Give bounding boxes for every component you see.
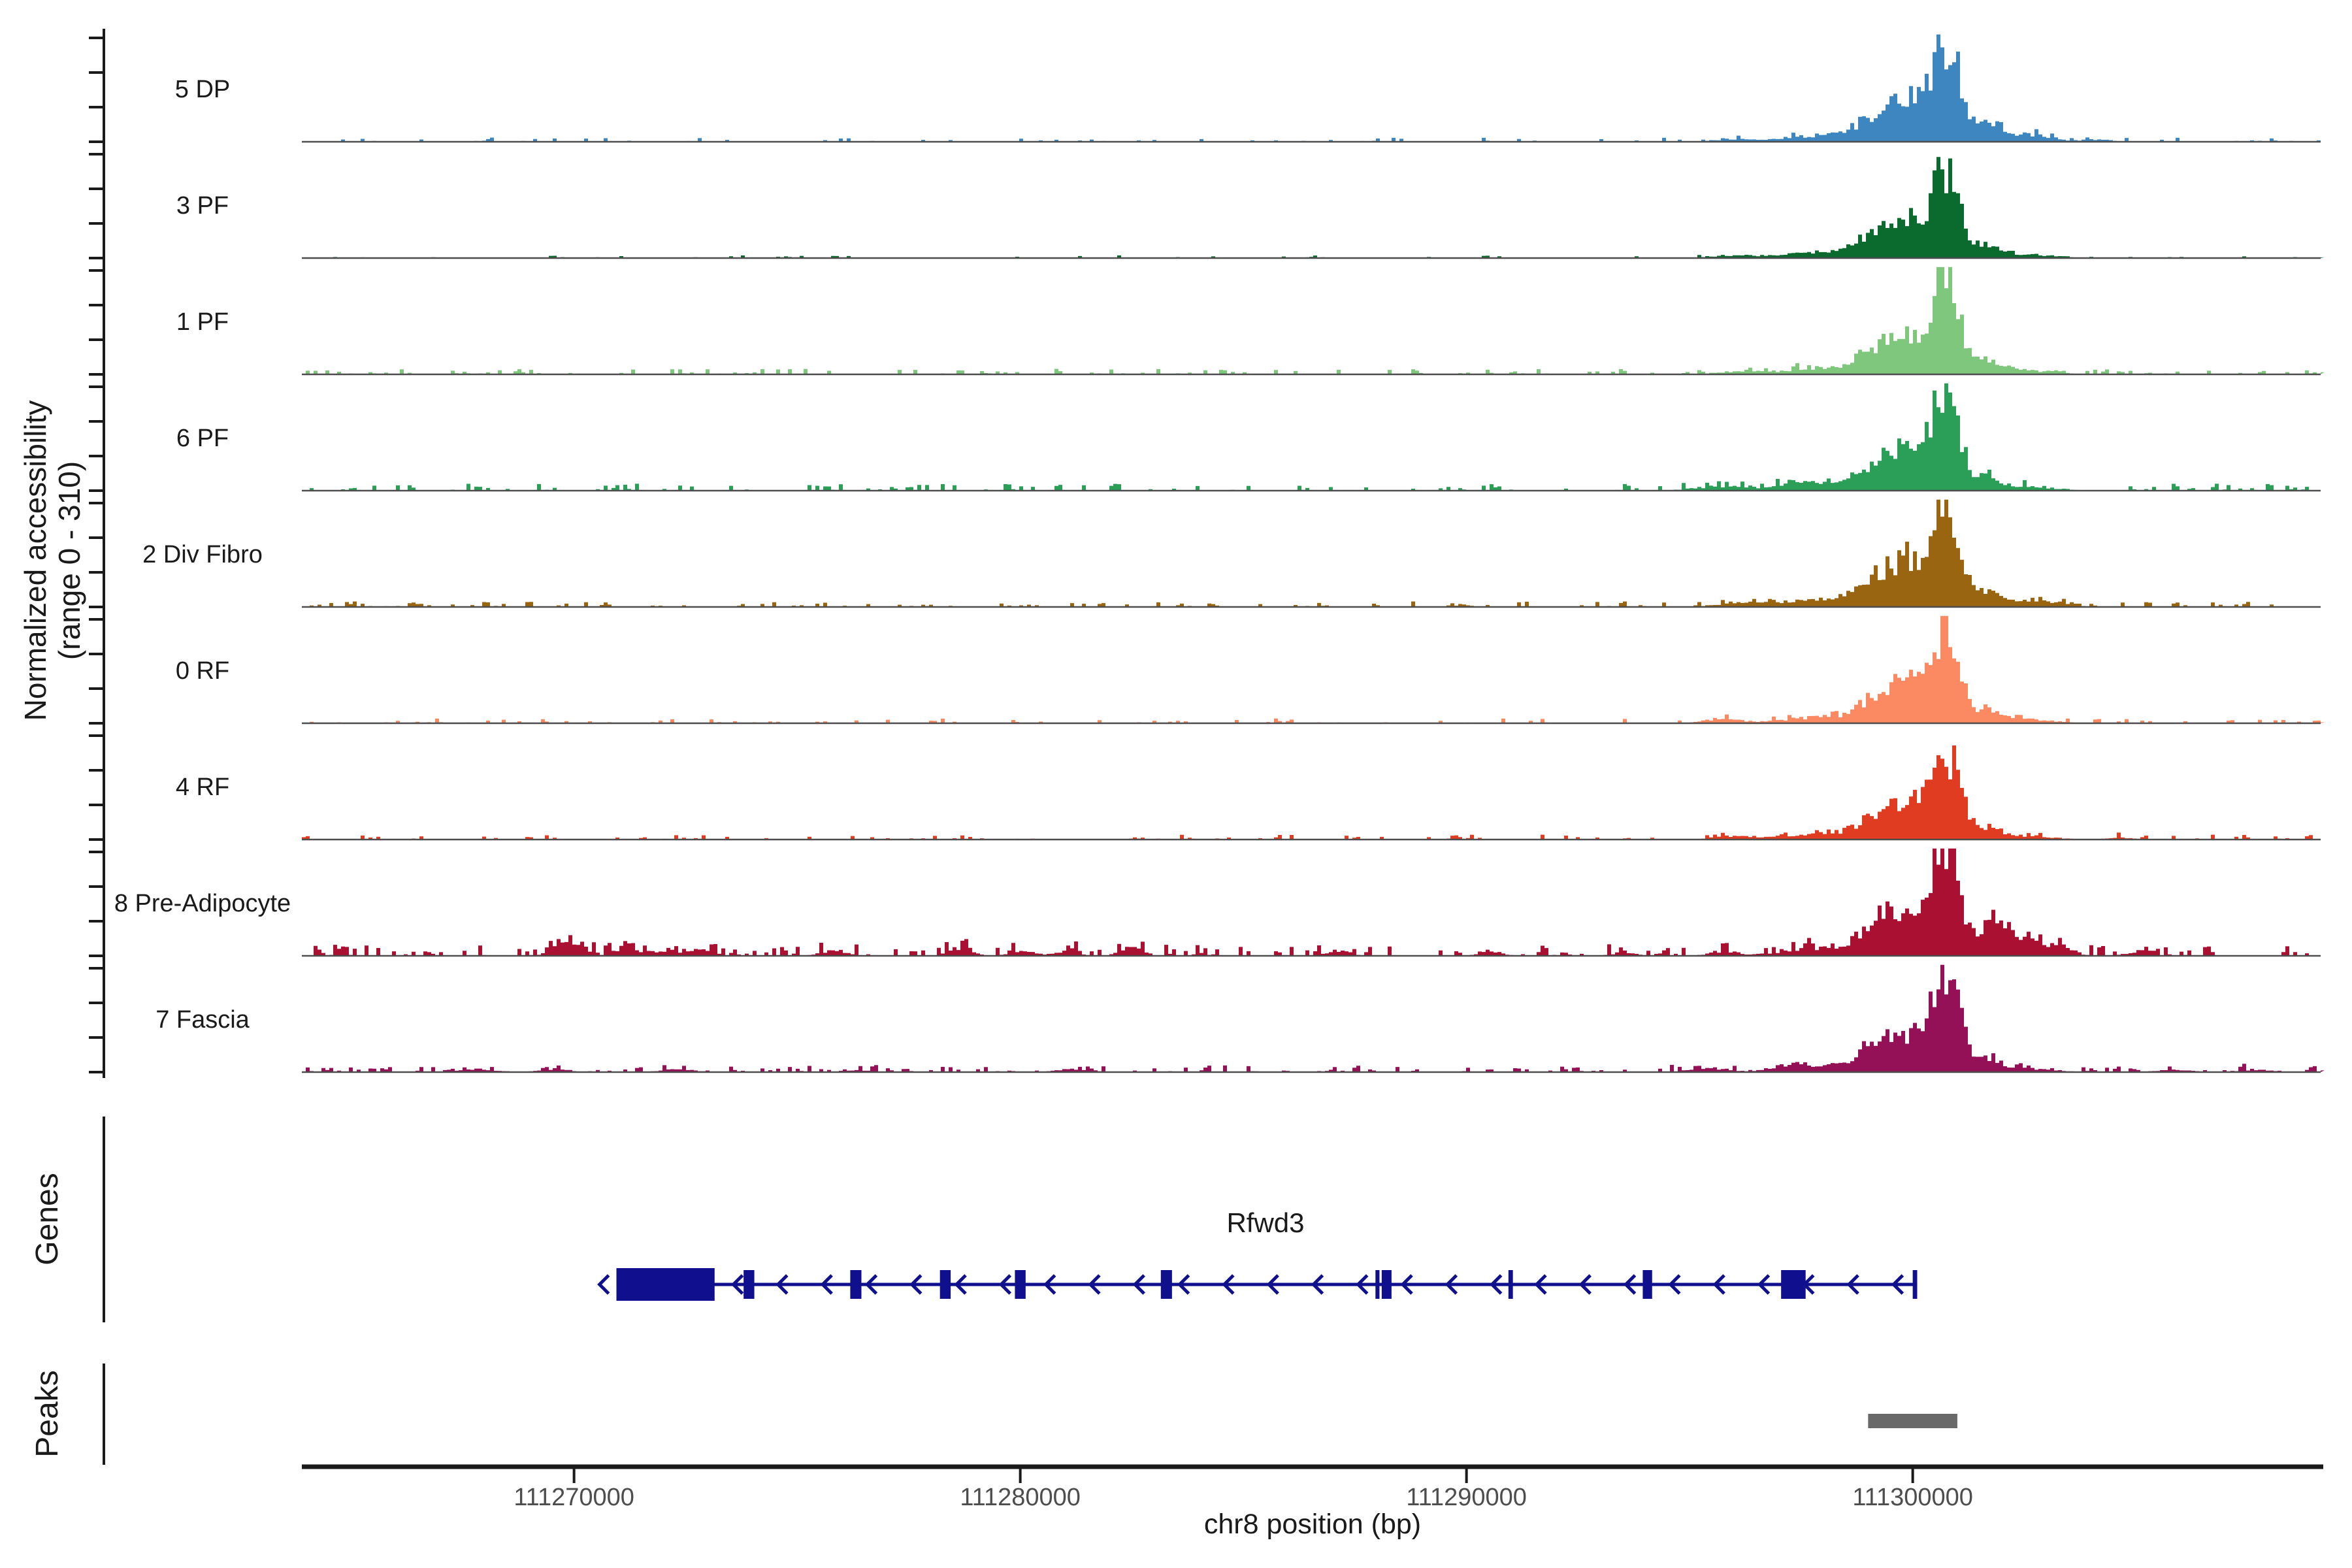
peaks-row [1868,1414,1957,1428]
x-axis-tick-label: 111280000 [960,1484,1081,1511]
coverage-plot-figure: 5 DP 3 PF 1 PF 6 PF 2 Div Fibro 0 RF 4 RF 8 Pre… [0,0,2352,1568]
track-signal [302,34,2325,142]
gene-Rfwd3 [597,1268,1918,1301]
track-row-8: 7 Fascia [155,964,2325,1073]
genes-section-label: Genes [30,1173,65,1265]
gene-exon [1781,1270,1806,1299]
track-signal [302,383,2325,491]
track-label: 4 RF [176,774,229,801]
gene-exon [1508,1270,1513,1299]
x-axis-tick-label: 111290000 [1406,1484,1527,1511]
track-signal [302,848,2325,956]
gene-name-label: Rfwd3 [1226,1207,1304,1238]
coverage-plot-svg: 5 DP 3 PF 1 PF 6 PF 2 Div Fibro 0 RF 4 RF 8 Pre… [18,29,2325,1540]
track-label: 6 PF [176,425,229,452]
gene-exon [939,1270,951,1299]
track-row-6: 4 RF [176,745,2325,841]
gene-exon [616,1268,715,1301]
track-label: 5 DP [175,76,230,103]
gene-exon [1642,1270,1652,1299]
gene-exon [1015,1270,1026,1299]
gene-exon [743,1270,755,1299]
strand-arrow [597,1274,610,1295]
track-row-0: 5 DP [175,34,2325,143]
track-row-1: 3 PF [176,157,2325,259]
y-axis-ticks [89,37,104,1073]
gene-exon [1912,1270,1918,1299]
track-label: 1 PF [176,308,229,336]
track-label: 8 Pre-Adipocyte [114,890,291,917]
peak-interval [1868,1414,1957,1428]
track-label: 2 Div Fibro [142,541,263,568]
peaks-section-label: Peaks [30,1370,65,1457]
track-signal [302,615,2325,723]
x-axis-ticks: 111270000 111280000 111290000 111300000 [514,1467,1973,1511]
x-axis-tick-label: 111300000 [1852,1484,1973,1511]
y-axis-label-line1: Normalized accessibility [18,400,52,721]
tracks-area: 5 DP 3 PF 1 PF 6 PF 2 Div Fibro 0 RF 4 RF 8 Pre… [114,34,2325,1073]
track-row-2: 1 PF [176,267,2325,376]
track-row-7: 8 Pre-Adipocyte [114,848,2325,957]
y-axis-label-line2: (range 0 - 310) [52,461,86,660]
track-label: 7 Fascia [155,1006,250,1034]
track-signal [302,267,2325,374]
track-signal [302,745,2325,840]
x-axis-tick-label: 111270000 [514,1484,634,1511]
gene-exon [1160,1270,1172,1299]
track-label: 3 PF [176,192,229,220]
track-label: 0 RF [176,657,229,685]
track-row-4: 2 Div Fibro [142,499,2325,608]
track-signal [302,499,2325,607]
track-signal [302,964,2325,1072]
track-row-3: 6 PF [176,383,2325,492]
track-row-5: 0 RF [176,615,2325,725]
gene-model [597,1268,1918,1301]
gene-exon [1375,1270,1380,1299]
x-axis-title: chr8 position (bp) [1204,1509,1421,1540]
gene-exon [850,1270,862,1299]
gene-exon [1381,1270,1392,1299]
track-signal [302,157,2325,258]
